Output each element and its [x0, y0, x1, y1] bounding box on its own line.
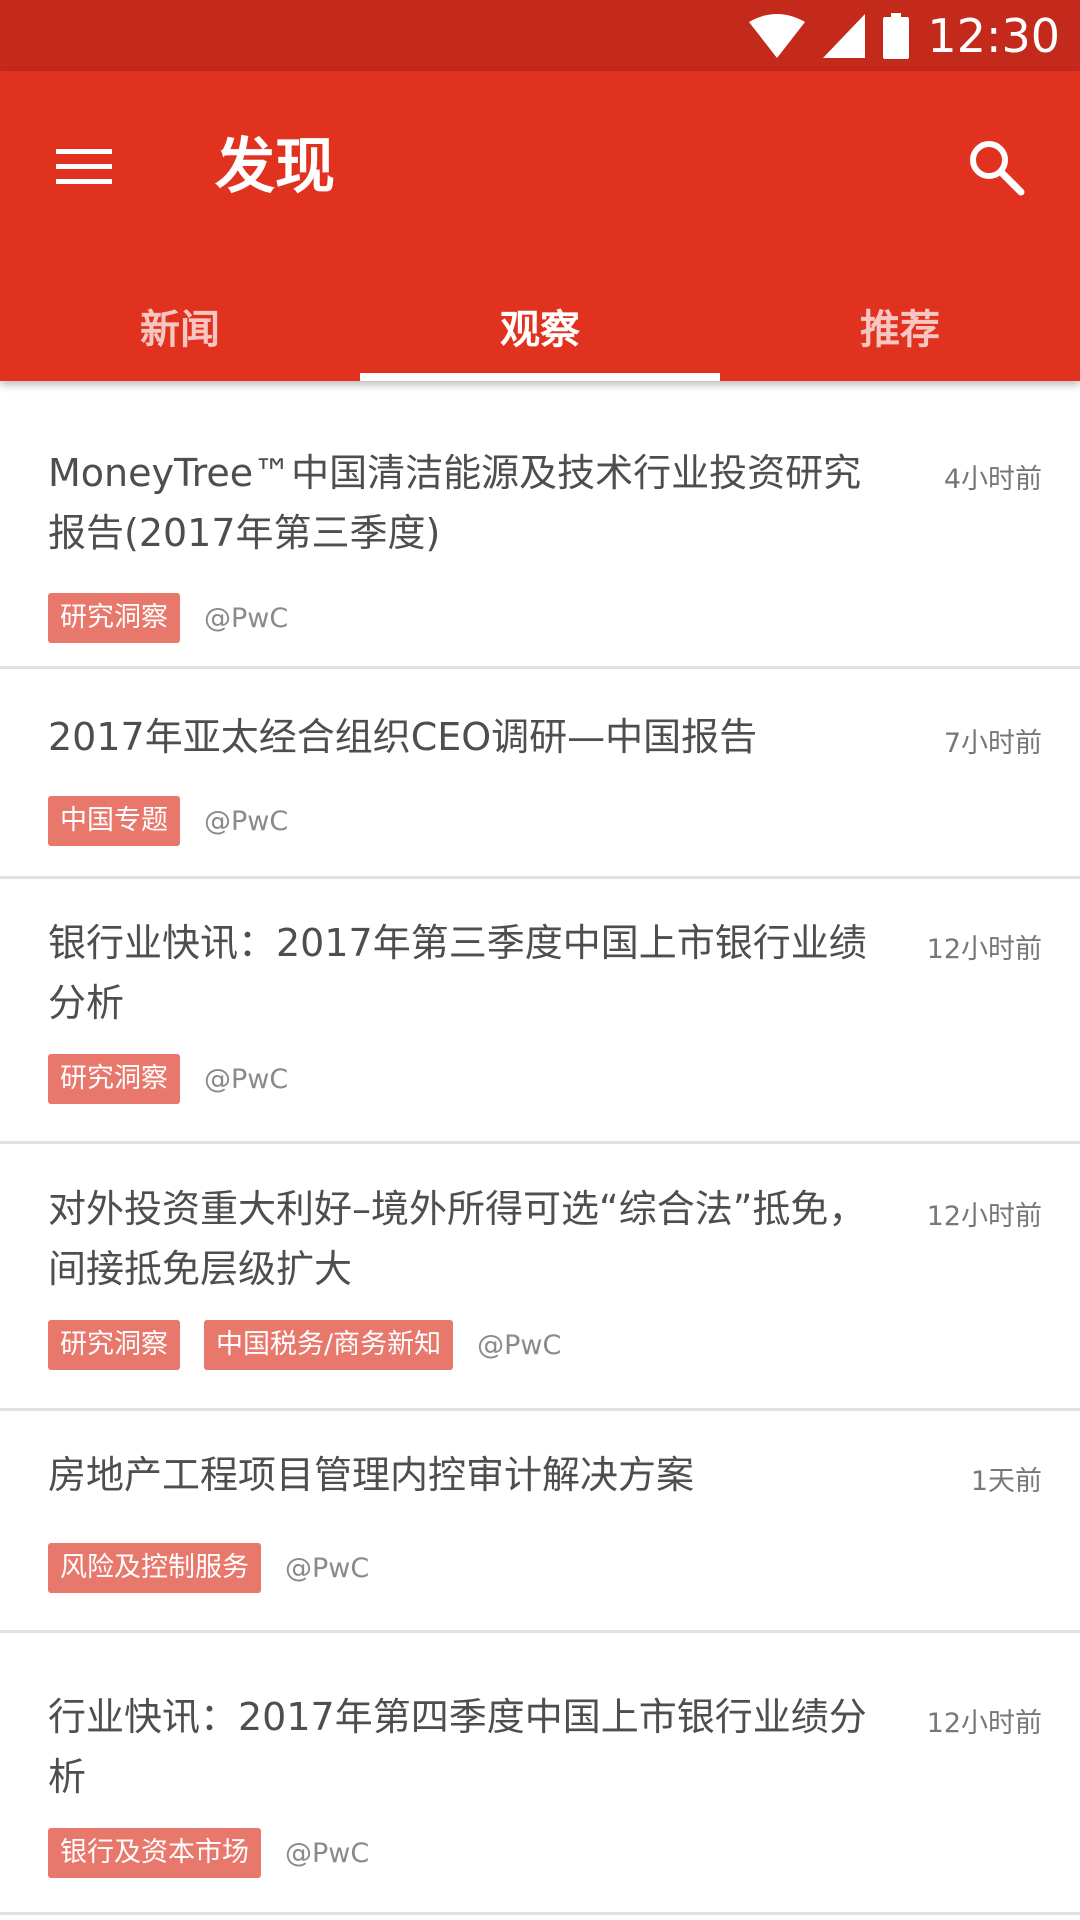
- article-title: 银行业快讯：2017年第三季度中国上市银行业绩分析: [48, 921, 867, 1025]
- category-tag[interactable]: 研究洞察: [48, 593, 180, 643]
- article-time: 1天前: [970, 1466, 1042, 1497]
- article-source: @PwC: [204, 805, 289, 837]
- menu-icon: [56, 149, 112, 184]
- tab-insights[interactable]: 观察: [360, 271, 720, 381]
- category-tag[interactable]: 银行及资本市场: [48, 1828, 261, 1878]
- status-time: 12:30: [927, 8, 1060, 63]
- category-tag[interactable]: 中国税务/商务新知: [204, 1320, 454, 1370]
- article-meta: 研究洞察 @PwC: [48, 593, 288, 643]
- article-time: 12小时前: [926, 1708, 1042, 1739]
- tab-news[interactable]: 新闻: [0, 271, 360, 381]
- article-title: 2017年亚太经合组织CEO调研—中国报告: [48, 715, 758, 759]
- article-source: @PwC: [285, 1837, 370, 1869]
- article-source: @PwC: [285, 1552, 370, 1584]
- page-title: 发现: [215, 132, 335, 202]
- status-bar: 12:30: [0, 0, 1080, 71]
- article-time: 12小时前: [926, 934, 1042, 965]
- article-title: 房地产工程项目管理内控审计解决方案: [48, 1453, 695, 1497]
- wifi-icon: [749, 13, 806, 58]
- tab-insights-label: 观察: [500, 307, 580, 353]
- status-icons: 12:30: [749, 0, 1060, 71]
- article-meta: 中国专题 @PwC: [48, 796, 288, 846]
- menu-button[interactable]: [38, 121, 130, 213]
- list-item[interactable]: 银行业快讯：2017年第三季度中国上市银行业绩分析 12小时前 研究洞察 @Pw…: [0, 879, 1080, 1144]
- article-feed: MoneyTree™中国清洁能源及技术行业投资研究报告(2017年第三季度) 4…: [0, 381, 1080, 1915]
- list-item[interactable]: 对外投资重大利好–境外所得可选“综合法”抵免，间接抵免层级扩大 12小时前 研究…: [0, 1144, 1080, 1411]
- category-tag[interactable]: 风险及控制服务: [48, 1543, 261, 1593]
- tab-recommended[interactable]: 推荐: [720, 271, 1080, 381]
- search-button[interactable]: [950, 121, 1042, 213]
- article-title: 对外投资重大利好–境外所得可选“综合法”抵免，间接抵免层级扩大: [48, 1187, 867, 1291]
- list-item[interactable]: 房地产工程项目管理内控审计解决方案 1天前 风险及控制服务 @PwC: [0, 1411, 1080, 1633]
- list-item[interactable]: 行业快讯：2017年第四季度中国上市银行业绩分析 12小时前 银行及资本市场 @…: [0, 1633, 1080, 1915]
- search-icon: [970, 141, 1025, 196]
- article-source: @PwC: [204, 1063, 289, 1095]
- article-time: 4小时前: [943, 464, 1042, 495]
- signal-icon: [823, 13, 866, 58]
- article-time: 12小时前: [926, 1201, 1042, 1232]
- article-meta: 风险及控制服务 @PwC: [48, 1543, 369, 1593]
- list-item[interactable]: MoneyTree™中国清洁能源及技术行业投资研究报告(2017年第三季度) 4…: [0, 381, 1080, 669]
- tab-recommended-label: 推荐: [860, 307, 940, 353]
- app-bar: 发现 新闻 观察 推荐: [0, 71, 1080, 381]
- article-title: MoneyTree™中国清洁能源及技术行业投资研究报告(2017年第三季度): [48, 451, 862, 555]
- category-tag[interactable]: 研究洞察: [48, 1054, 180, 1104]
- article-source: @PwC: [477, 1329, 562, 1361]
- article-meta: 研究洞察 中国税务/商务新知 @PwC: [48, 1320, 561, 1370]
- list-item[interactable]: 2017年亚太经合组织CEO调研—中国报告 7小时前 中国专题 @PwC: [0, 669, 1080, 879]
- article-title: 行业快讯：2017年第四季度中国上市银行业绩分析: [48, 1695, 867, 1799]
- article-meta: 研究洞察 @PwC: [48, 1054, 288, 1104]
- article-source: @PwC: [204, 602, 289, 634]
- category-tag[interactable]: 研究洞察: [48, 1320, 180, 1370]
- article-meta: 银行及资本市场 @PwC: [48, 1828, 369, 1878]
- category-tag[interactable]: 中国专题: [48, 796, 180, 846]
- tab-news-label: 新闻: [140, 307, 220, 353]
- battery-icon: [883, 12, 910, 59]
- tab-bar: 新闻 观察 推荐: [0, 271, 1080, 381]
- article-time: 7小时前: [943, 728, 1042, 759]
- tab-active-indicator: [360, 373, 720, 381]
